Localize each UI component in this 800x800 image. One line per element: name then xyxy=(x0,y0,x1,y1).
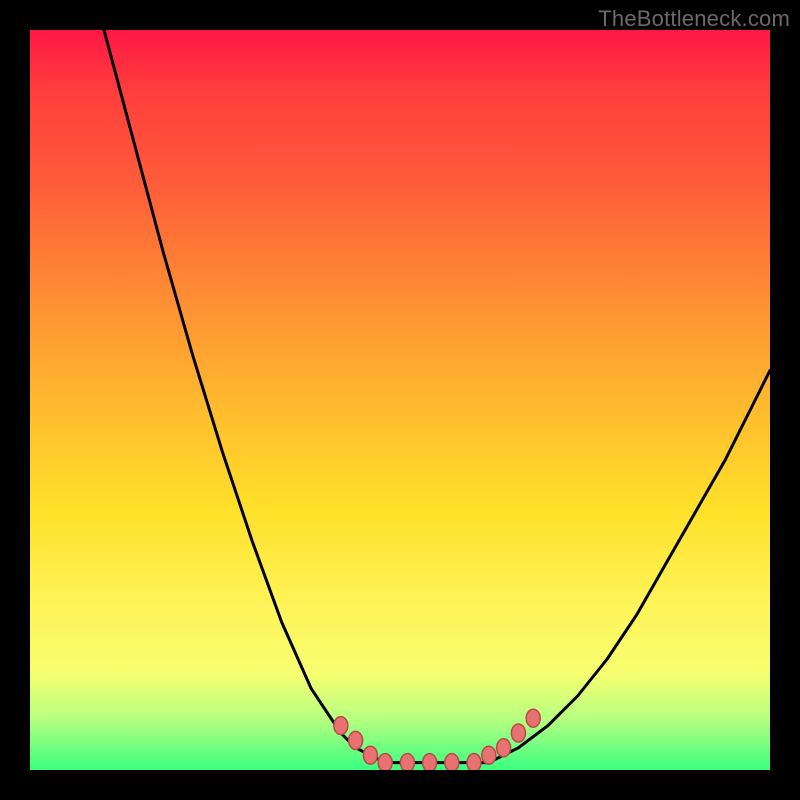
marker-right-cluster-upper xyxy=(511,724,525,742)
marker-floor-a xyxy=(400,754,414,770)
watermark-text: TheBottleneck.com xyxy=(598,6,790,32)
marker-layer xyxy=(334,709,540,770)
marker-left-cluster-lower xyxy=(363,746,377,764)
chart-container: TheBottleneck.com xyxy=(0,0,800,800)
plot-area xyxy=(30,30,770,770)
marker-left-cluster-mid xyxy=(349,731,363,749)
marker-floor-b xyxy=(423,754,437,770)
marker-left-cluster-upper xyxy=(334,717,348,735)
chart-svg xyxy=(30,30,770,770)
marker-floor-start xyxy=(378,754,392,770)
bottleneck-curve xyxy=(104,30,770,763)
marker-floor-end xyxy=(467,754,481,770)
marker-right-outlier xyxy=(526,709,540,727)
marker-right-cluster-lower xyxy=(482,746,496,764)
marker-floor-c xyxy=(445,754,459,770)
marker-right-cluster-mid xyxy=(497,739,511,757)
